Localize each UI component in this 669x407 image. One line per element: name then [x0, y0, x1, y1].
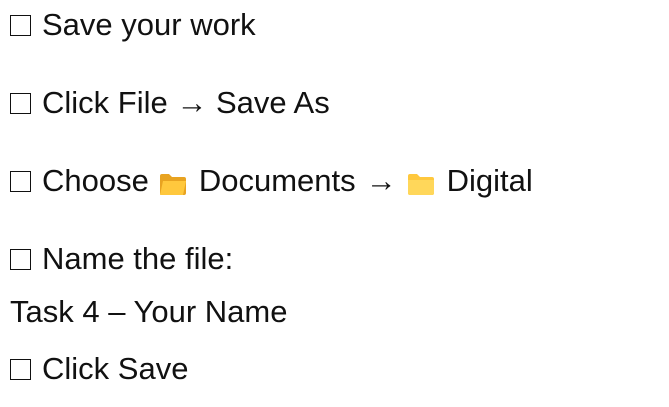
filename-text: Task 4 – Your Name [10, 294, 288, 329]
folder-icon [407, 172, 435, 196]
checkbox[interactable] [10, 358, 31, 380]
checkbox[interactable] [10, 14, 31, 36]
step-text: Click Save [42, 351, 189, 386]
folder-icon [159, 172, 187, 196]
step-click-file-save-as: Click File → Save As [10, 84, 330, 122]
filename-example: Task 4 – Your Name [10, 293, 287, 331]
step-name-the-file: Name the file: [10, 240, 233, 278]
checkbox[interactable] [10, 170, 31, 192]
step-text: Click File → Save As [42, 85, 330, 120]
folder-digital-label: Digital [446, 163, 533, 198]
step-save-your-work: Save your work [10, 6, 256, 44]
step-choose-folder: Choose Documents → Digital [10, 162, 533, 200]
step-text: Save your work [42, 7, 256, 42]
step-text: Name the file: [42, 241, 234, 276]
checkbox[interactable] [10, 92, 31, 114]
step-click-save: Click Save [10, 350, 188, 388]
step-prefix: Choose [42, 163, 149, 198]
checkbox[interactable] [10, 248, 31, 270]
arrow: → [365, 163, 397, 198]
folder-documents-label: Documents [198, 163, 356, 198]
